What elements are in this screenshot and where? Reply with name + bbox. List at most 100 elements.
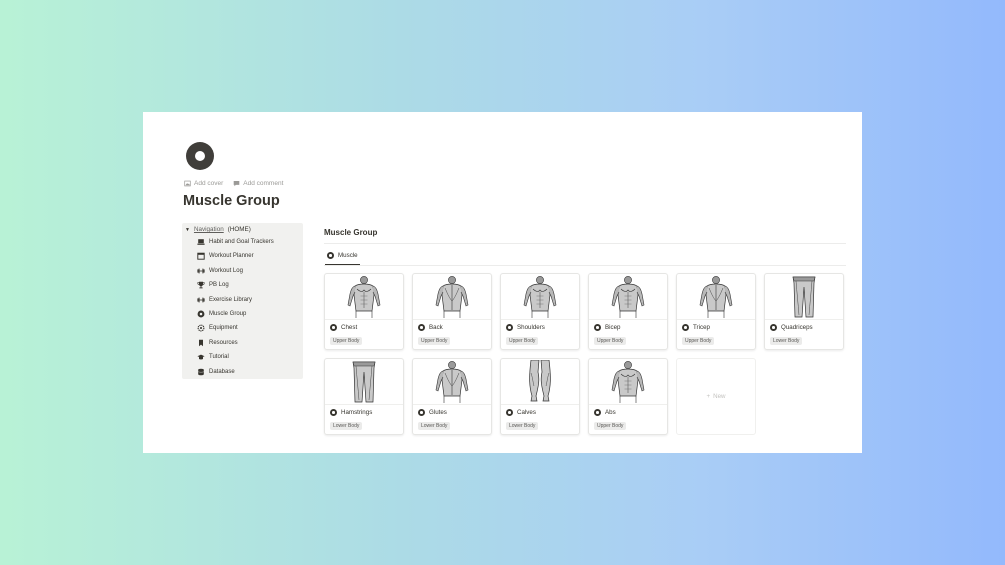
nav-item-exercise-library[interactable]: Exercise Library bbox=[197, 296, 252, 304]
card-title: Quadriceps bbox=[770, 324, 813, 331]
card-calves[interactable]: Calves Lower Body bbox=[500, 358, 580, 435]
graduation-cap-icon bbox=[197, 353, 205, 361]
disc-icon bbox=[327, 252, 334, 259]
page-actions: Add cover Add comment bbox=[184, 180, 283, 187]
trophy-icon bbox=[197, 281, 205, 289]
disc-icon bbox=[418, 409, 425, 416]
add-cover-button[interactable]: Add cover bbox=[184, 180, 223, 187]
navigation-home-link[interactable]: Navigation bbox=[194, 226, 224, 233]
new-card-label: New bbox=[713, 393, 726, 400]
body-region-tag: Lower Body bbox=[506, 422, 539, 430]
nav-item-label: Muscle Group bbox=[209, 311, 247, 317]
disc-icon bbox=[594, 324, 601, 331]
divider bbox=[324, 265, 846, 266]
body-region-tag: Lower Body bbox=[418, 422, 451, 430]
nav-item-label: Resources bbox=[209, 339, 238, 346]
card-title-label: Shoulders bbox=[517, 324, 545, 331]
dumbbell-icon bbox=[197, 296, 205, 304]
nav-item-label: Exercise Library bbox=[209, 296, 253, 303]
card-title: Hamstrings bbox=[330, 409, 372, 416]
nav-item-label: Habit and Goal Trackers bbox=[209, 239, 274, 245]
muscle-illustration bbox=[589, 359, 667, 405]
card-title: Back bbox=[418, 324, 443, 331]
calendar-icon bbox=[197, 252, 205, 261]
card-title-label: Tricep bbox=[693, 324, 710, 331]
card-title: Abs bbox=[594, 409, 616, 416]
disc-icon bbox=[197, 310, 205, 318]
disc-icon bbox=[506, 409, 513, 416]
nav-item-label: Equipment bbox=[209, 325, 238, 332]
gear-icon bbox=[197, 324, 205, 332]
body-region-tag: Upper Body bbox=[594, 337, 627, 345]
card-shoulders[interactable]: Shoulders Upper Body bbox=[500, 273, 580, 350]
nav-item-label: PB Log bbox=[209, 282, 229, 289]
card-title-label: Hamstrings bbox=[341, 409, 373, 416]
card-quadriceps[interactable]: Quadriceps Lower Body bbox=[764, 273, 844, 350]
navigation-toggle[interactable]: ▼ Navigation (HOME) bbox=[185, 226, 251, 233]
database-icon bbox=[197, 368, 205, 376]
device-icon bbox=[197, 238, 205, 246]
disc-icon bbox=[770, 324, 777, 331]
nav-item-workout-planner[interactable]: Workout Planner bbox=[197, 252, 254, 261]
nav-item-tutorial[interactable]: Tutorial bbox=[197, 353, 229, 361]
new-card-button[interactable]: + New bbox=[676, 358, 756, 435]
tab-muscle-label: Muscle bbox=[338, 252, 358, 259]
nav-item-resources[interactable]: Resources bbox=[197, 339, 238, 347]
disc-icon bbox=[330, 409, 337, 416]
card-tricep[interactable]: Tricep Upper Body bbox=[676, 273, 756, 350]
card-title-label: Abs bbox=[605, 409, 616, 416]
body-region-tag: Lower Body bbox=[770, 337, 803, 345]
card-title-label: Chest bbox=[341, 324, 358, 331]
disc-icon bbox=[506, 324, 513, 331]
nav-item-pb-log[interactable]: PB Log bbox=[197, 281, 229, 289]
body-region-tag: Lower Body bbox=[330, 422, 363, 430]
muscle-illustration bbox=[501, 274, 579, 320]
dumbbell-icon bbox=[197, 267, 205, 275]
nav-item-label: Tutorial bbox=[209, 354, 229, 361]
body-region-tag: Upper Body bbox=[506, 337, 539, 345]
nav-item-workout-log[interactable]: Workout Log bbox=[197, 267, 243, 275]
card-bicep[interactable]: Bicep Upper Body bbox=[588, 273, 668, 350]
nav-item-equipment[interactable]: Equipment bbox=[197, 324, 238, 332]
muscle-illustration bbox=[325, 359, 403, 405]
card-title-label: Bicep bbox=[605, 324, 621, 331]
page-disc-icon[interactable] bbox=[186, 142, 214, 170]
disc-icon bbox=[418, 324, 425, 331]
card-abs[interactable]: Abs Upper Body bbox=[588, 358, 668, 435]
add-comment-label: Add comment bbox=[243, 180, 284, 187]
nav-item-label: Database bbox=[209, 368, 235, 375]
card-glutes[interactable]: Glutes Lower Body bbox=[412, 358, 492, 435]
navigation-panel: ▼ Navigation (HOME) Habit and Goal Track… bbox=[182, 223, 303, 379]
card-chest[interactable]: Chest Upper Body bbox=[324, 273, 404, 350]
nav-item-database[interactable]: Database bbox=[197, 368, 235, 376]
nav-item-habit-and-goal-trackers[interactable]: Habit and Goal Trackers bbox=[197, 238, 274, 246]
body-region-tag: Upper Body bbox=[418, 337, 451, 345]
card-title: Glutes bbox=[418, 409, 447, 416]
card-back[interactable]: Back Upper Body bbox=[412, 273, 492, 350]
muscle-illustration bbox=[765, 274, 843, 320]
add-comment-button[interactable]: Add comment bbox=[233, 180, 283, 187]
muscle-illustration bbox=[677, 274, 755, 320]
body-region-tag: Upper Body bbox=[682, 337, 715, 345]
add-cover-label: Add cover bbox=[194, 180, 224, 187]
tab-muscle[interactable]: Muscle bbox=[327, 252, 358, 259]
card-title-label: Calves bbox=[517, 409, 536, 416]
plus-icon: + bbox=[706, 393, 711, 400]
image-icon bbox=[184, 180, 191, 187]
card-title: Calves bbox=[506, 409, 536, 416]
card-hamstrings[interactable]: Hamstrings Lower Body bbox=[324, 358, 404, 435]
nav-item-muscle-group[interactable]: Muscle Group bbox=[197, 310, 246, 318]
disc-icon bbox=[682, 324, 689, 331]
muscle-illustration bbox=[501, 359, 579, 405]
database-title: Muscle Group bbox=[324, 228, 378, 237]
navigation-home-suffix: (HOME) bbox=[227, 226, 251, 233]
page-title: Muscle Group bbox=[183, 193, 280, 209]
card-title-label: Back bbox=[429, 324, 443, 331]
disc-icon bbox=[594, 409, 601, 416]
bookmark-icon bbox=[197, 339, 205, 347]
card-title-label: Quadriceps bbox=[781, 324, 813, 331]
muscle-illustration bbox=[325, 274, 403, 320]
card-title-label: Glutes bbox=[429, 409, 447, 416]
muscle-illustration bbox=[413, 274, 491, 320]
body-region-tag: Upper Body bbox=[330, 337, 363, 345]
